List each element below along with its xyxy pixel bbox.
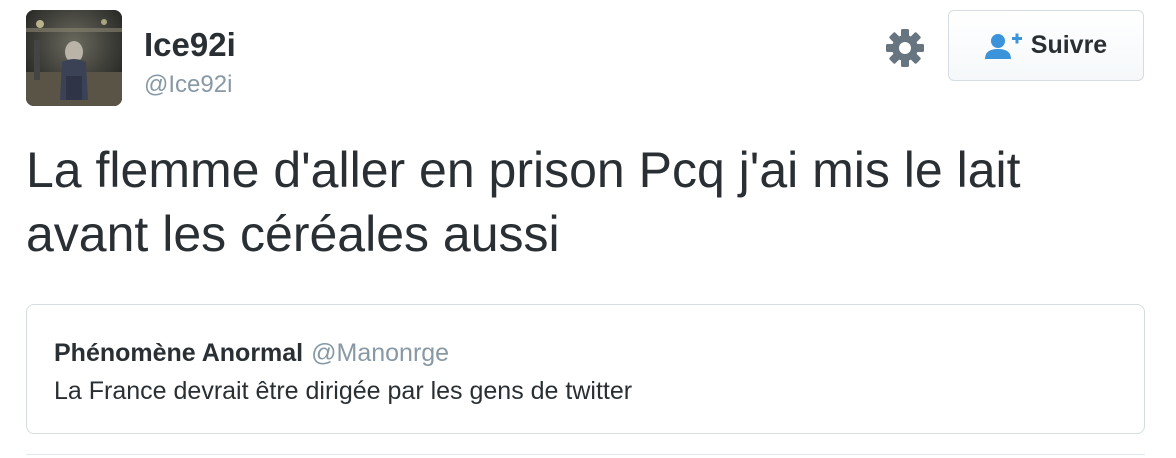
gear-icon[interactable] — [884, 27, 926, 69]
author-display-name[interactable]: Ice92i — [144, 25, 236, 65]
user-plus-icon — [984, 32, 1023, 60]
author-username[interactable]: @Ice92i — [144, 70, 232, 100]
tweet-card: Ice92i @Ice92i Suivre La flemme d'aller … — [0, 0, 1176, 458]
avatar-photo — [26, 10, 122, 106]
quoted-author-username: @Manonrge — [311, 339, 450, 367]
quoted-tweet-header: Phénomène Anormal @Manonrge — [54, 337, 449, 369]
quoted-tweet-text: La France devrait être dirigée par les g… — [54, 377, 633, 405]
author-avatar[interactable] — [26, 10, 122, 106]
quoted-tweet[interactable]: Phénomène Anormal @Manonrge La France dev… — [26, 304, 1145, 434]
follow-button[interactable]: Suivre — [948, 10, 1144, 81]
tweet-text: La flemme d'aller en prison Pcq j'ai mis… — [26, 142, 1021, 262]
divider — [26, 454, 1145, 455]
quoted-author-name: Phénomène Anormal — [54, 339, 304, 367]
follow-label: Suivre — [1030, 31, 1108, 59]
